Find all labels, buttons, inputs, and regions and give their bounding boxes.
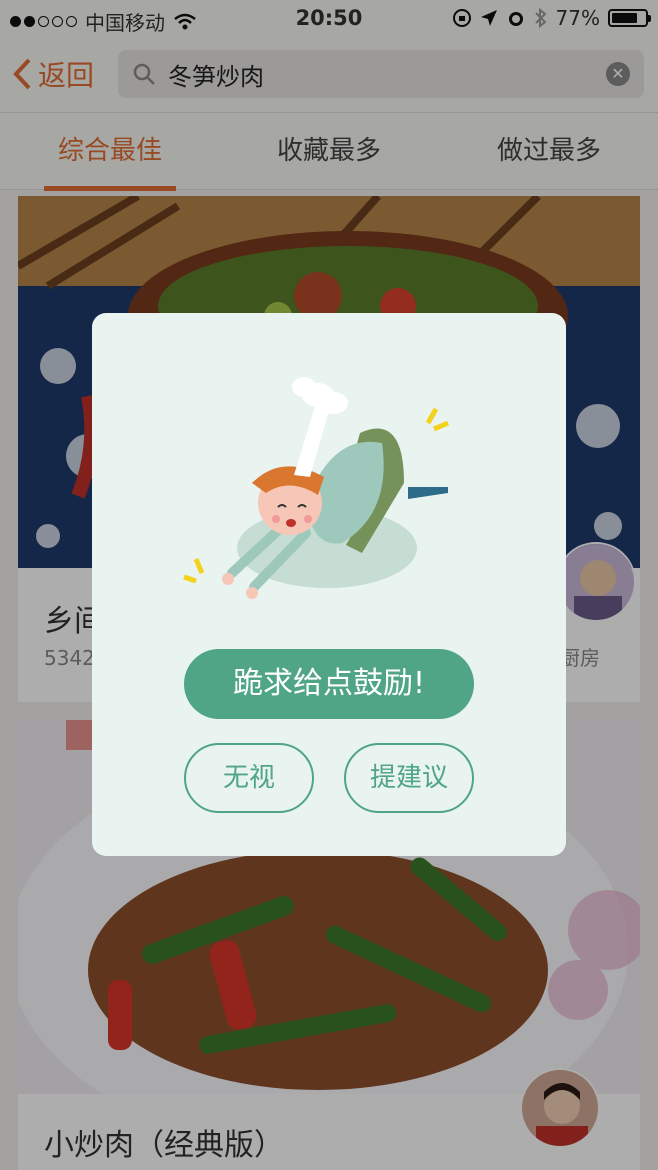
suggest-button[interactable]: 提建议: [344, 743, 474, 813]
encourage-button[interactable]: 跪求给点鼓励!: [184, 649, 474, 719]
ignore-button[interactable]: 无视: [184, 743, 314, 813]
begging-chef-illustration: [183, 377, 449, 599]
feedback-dialog: 跪求给点鼓励! 无视 提建议: [92, 313, 566, 856]
